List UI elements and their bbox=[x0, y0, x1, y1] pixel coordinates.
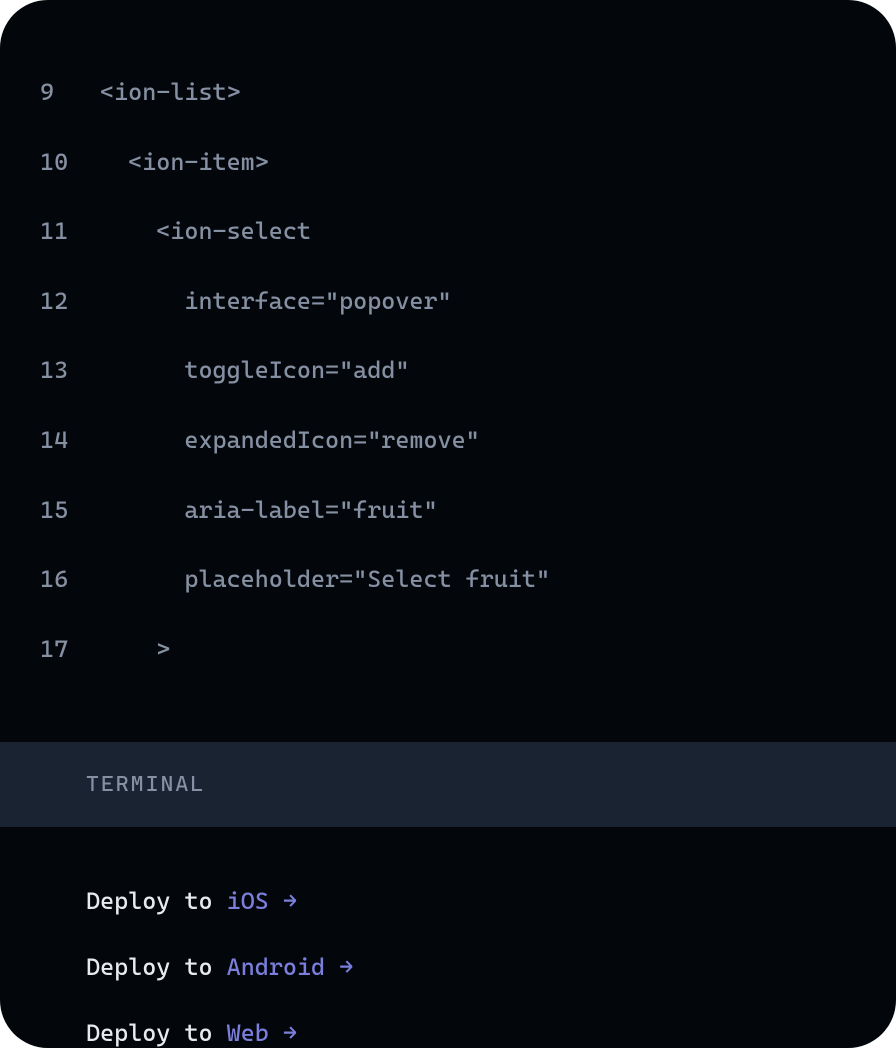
code-line: 9 <ion-list> bbox=[40, 76, 856, 110]
code-line: 12 interface="popover" bbox=[40, 285, 856, 319]
code-text: placeholder="Select fruit" bbox=[100, 563, 550, 597]
code-text: > bbox=[100, 633, 170, 667]
line-number: 16 bbox=[40, 563, 100, 597]
code-line: 16 placeholder="Select fruit" bbox=[40, 563, 856, 597]
code-text: aria-label="fruit" bbox=[100, 494, 438, 528]
line-number: 14 bbox=[40, 424, 100, 458]
line-number: 10 bbox=[40, 146, 100, 180]
code-editor[interactable]: 9 <ion-list> 10 <ion-item> 11 <ion-selec… bbox=[0, 0, 896, 742]
code-line: 10 <ion-item> bbox=[40, 146, 856, 180]
code-text: interface="popover" bbox=[100, 285, 452, 319]
command-prefix: Deploy to bbox=[86, 951, 227, 985]
editor-window: 9 <ion-list> 10 <ion-item> 11 <ion-selec… bbox=[0, 0, 896, 1048]
code-text: <ion-select bbox=[100, 215, 311, 249]
line-number: 17 bbox=[40, 633, 100, 667]
command-prefix: Deploy to bbox=[86, 885, 227, 919]
arrow-right-icon: → bbox=[269, 885, 297, 919]
command-target: iOS bbox=[227, 885, 269, 919]
code-line: 11 <ion-select bbox=[40, 215, 856, 249]
command-target: Web bbox=[227, 1017, 269, 1048]
code-line: 15 aria-label="fruit" bbox=[40, 494, 856, 528]
line-number: 11 bbox=[40, 215, 100, 249]
line-number: 13 bbox=[40, 354, 100, 388]
command-prefix: Deploy to bbox=[86, 1017, 227, 1048]
code-text: toggleIcon="add" bbox=[100, 354, 409, 388]
code-line: 14 expandedIcon="remove" bbox=[40, 424, 856, 458]
arrow-right-icon: → bbox=[269, 1017, 297, 1048]
terminal-label: TERMINAL bbox=[86, 772, 205, 797]
deploy-android-command[interactable]: Deploy to Android → bbox=[86, 951, 810, 985]
command-target: Android bbox=[227, 951, 325, 985]
arrow-right-icon: → bbox=[325, 951, 353, 985]
code-line: 13 toggleIcon="add" bbox=[40, 354, 856, 388]
code-text: <ion-item> bbox=[100, 146, 269, 180]
line-number: 15 bbox=[40, 494, 100, 528]
code-text: expandedIcon="remove" bbox=[100, 424, 480, 458]
terminal-tab[interactable]: TERMINAL bbox=[0, 742, 896, 827]
deploy-web-command[interactable]: Deploy to Web → bbox=[86, 1017, 810, 1048]
deploy-ios-command[interactable]: Deploy to iOS → bbox=[86, 885, 810, 919]
terminal-panel[interactable]: Deploy to iOS → Deploy to Android → Depl… bbox=[0, 827, 896, 1048]
line-number: 9 bbox=[40, 76, 100, 110]
line-number: 12 bbox=[40, 285, 100, 319]
code-text: <ion-list> bbox=[100, 76, 241, 110]
code-line: 17 > bbox=[40, 633, 856, 667]
